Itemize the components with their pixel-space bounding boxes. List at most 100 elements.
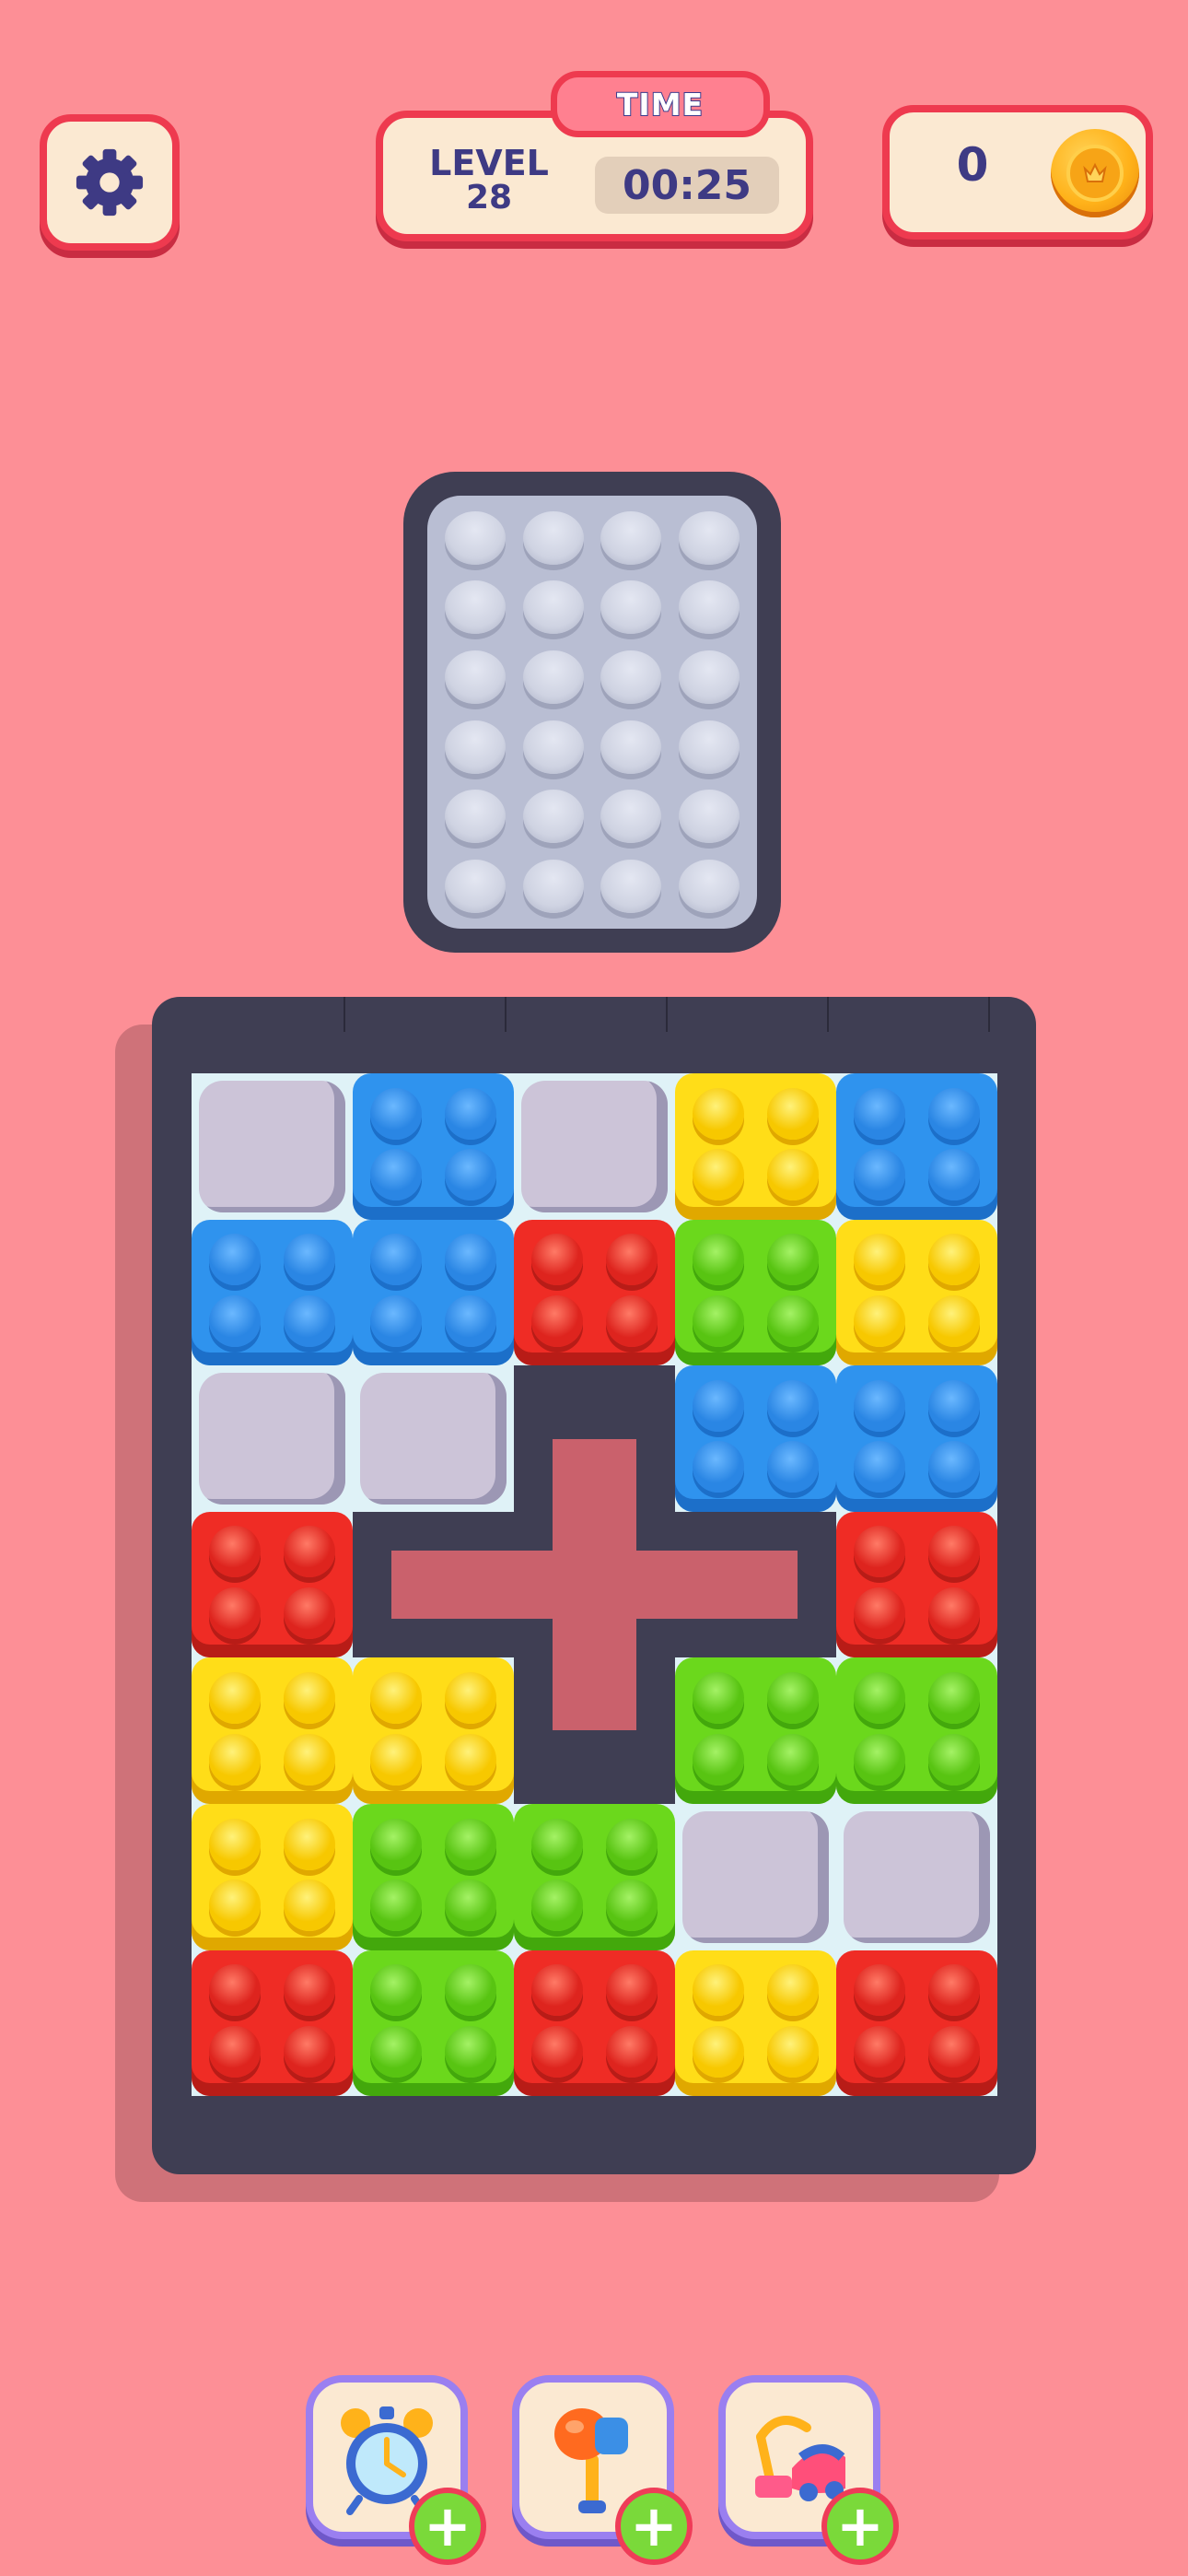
vacuum-booster[interactable]: + bbox=[718, 2375, 899, 2565]
brick-stud bbox=[927, 1294, 980, 1347]
brick-cell[interactable] bbox=[836, 1511, 997, 1658]
tray-slot bbox=[600, 790, 662, 844]
brick-cell[interactable] bbox=[675, 1073, 836, 1220]
brick-stud bbox=[209, 1294, 262, 1347]
alarm-clock-booster[interactable]: + bbox=[306, 2375, 486, 2565]
brick-cell[interactable] bbox=[353, 1073, 514, 1220]
brick-cell[interactable] bbox=[192, 1804, 353, 1950]
coin-icon bbox=[1051, 129, 1139, 217]
brick-cell[interactable] bbox=[675, 1950, 836, 2097]
brick-cell[interactable] bbox=[192, 1950, 353, 2097]
tray-slot bbox=[678, 510, 740, 565]
brick-stud bbox=[766, 2025, 819, 2078]
brick-cell[interactable] bbox=[675, 1219, 836, 1366]
brick-stud bbox=[283, 1733, 335, 1786]
brick-stud bbox=[209, 1526, 262, 1578]
brick-stud bbox=[693, 1733, 745, 1786]
brick-cell[interactable] bbox=[353, 1657, 514, 1804]
brick-stud bbox=[766, 1964, 819, 2017]
tray-slot bbox=[445, 860, 507, 914]
brick-stud bbox=[854, 1087, 906, 1140]
tray-slot bbox=[445, 580, 507, 635]
brick-stud bbox=[927, 1587, 980, 1639]
brick-stud bbox=[927, 1379, 980, 1432]
brick-stud bbox=[283, 1964, 335, 2017]
brick-cell[interactable] bbox=[675, 1365, 836, 1512]
brick-stud bbox=[766, 1733, 819, 1786]
brick-stud bbox=[283, 1818, 335, 1870]
brick-stud bbox=[693, 1441, 745, 1493]
brick-stud bbox=[531, 2025, 584, 2078]
coin-panel[interactable]: 0 bbox=[882, 105, 1153, 240]
brick-stud bbox=[927, 2025, 980, 2078]
brick-stud bbox=[927, 1733, 980, 1786]
brick-stud bbox=[370, 1818, 423, 1870]
brick-stud bbox=[854, 1526, 906, 1578]
brick-stud bbox=[283, 1294, 335, 1347]
brick-stud bbox=[370, 1087, 423, 1140]
brick-stud bbox=[854, 1234, 906, 1286]
brick-stud bbox=[854, 1294, 906, 1347]
brick-cell[interactable] bbox=[836, 1950, 997, 2097]
brick-cell[interactable] bbox=[514, 1950, 675, 2097]
brick-cell[interactable] bbox=[192, 1219, 353, 1366]
coin-count: 0 bbox=[956, 138, 989, 192]
brick-stud bbox=[370, 1234, 423, 1286]
brick-cell[interactable] bbox=[514, 1219, 675, 1366]
brick-stud bbox=[209, 1671, 262, 1724]
brick-stud bbox=[927, 1441, 980, 1493]
tray-slot bbox=[678, 650, 740, 705]
brick-stud bbox=[444, 1294, 496, 1347]
brick-stud bbox=[444, 1087, 496, 1140]
brick-cell[interactable] bbox=[836, 1073, 997, 1220]
brick-stud bbox=[693, 1294, 745, 1347]
add-hammer-button[interactable]: + bbox=[615, 2488, 693, 2565]
brick-stud bbox=[444, 1671, 496, 1724]
brick-cell[interactable] bbox=[192, 1657, 353, 1804]
brick-stud bbox=[766, 1087, 819, 1140]
hammer-booster[interactable]: + bbox=[512, 2375, 693, 2565]
brick-cell[interactable] bbox=[836, 1365, 997, 1512]
brick-cell[interactable] bbox=[836, 1219, 997, 1366]
brick-stud bbox=[605, 2025, 658, 2078]
brick-cell[interactable] bbox=[836, 1657, 997, 1804]
brick-cell[interactable] bbox=[192, 1511, 353, 1658]
brick-stud bbox=[444, 1879, 496, 1932]
brick-cell[interactable] bbox=[675, 1657, 836, 1804]
tray-slot bbox=[678, 720, 740, 774]
brick-stud bbox=[531, 1234, 584, 1286]
tray-grid bbox=[427, 496, 757, 929]
tray-slot bbox=[678, 790, 740, 844]
brick-stud bbox=[693, 2025, 745, 2078]
tray-slot bbox=[445, 790, 507, 844]
brick-stud bbox=[927, 1526, 980, 1578]
brick-cell[interactable] bbox=[353, 1804, 514, 1950]
brick-stud bbox=[444, 1818, 496, 1870]
brick-stud bbox=[209, 1587, 262, 1639]
brick-stud bbox=[370, 1149, 423, 1201]
brick-cell[interactable] bbox=[353, 1219, 514, 1366]
brick-stud bbox=[370, 1964, 423, 2017]
brick-stud bbox=[854, 1964, 906, 2017]
brick-stud bbox=[927, 1671, 980, 1724]
brick-stud bbox=[693, 1234, 745, 1286]
settings-button[interactable] bbox=[40, 114, 180, 251]
brick-stud bbox=[693, 1149, 745, 1201]
add-alarm-clock-button[interactable]: + bbox=[409, 2488, 486, 2565]
tray-slot bbox=[445, 720, 507, 774]
brick-cell[interactable] bbox=[514, 1804, 675, 1950]
tray-slot bbox=[678, 580, 740, 635]
tray-slot bbox=[445, 510, 507, 565]
brick-stud bbox=[766, 1379, 819, 1432]
brick-stud bbox=[531, 1818, 584, 1870]
brick-stud bbox=[444, 1733, 496, 1786]
tray-slot bbox=[522, 790, 584, 844]
add-vacuum-button[interactable]: + bbox=[821, 2488, 899, 2565]
brick-stud bbox=[766, 1149, 819, 1201]
brick-stud bbox=[444, 1234, 496, 1286]
brick-cell[interactable] bbox=[353, 1950, 514, 2097]
brick-stud bbox=[531, 1294, 584, 1347]
brick-stud bbox=[370, 1733, 423, 1786]
brick-stud bbox=[283, 1587, 335, 1639]
brick-stud bbox=[209, 1964, 262, 2017]
